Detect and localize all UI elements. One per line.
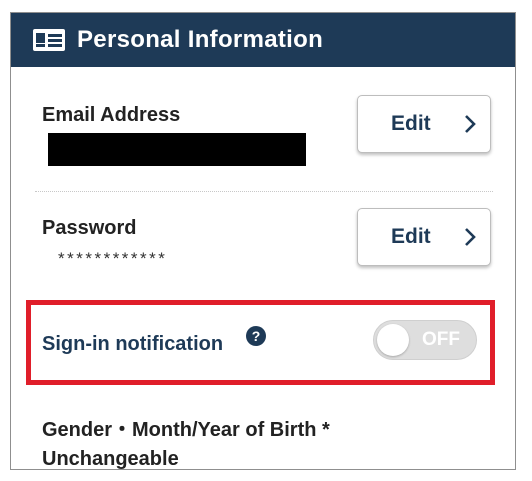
unchangeable-label: Unchangeable — [42, 448, 179, 470]
edit-email-button-label: Edit — [391, 112, 431, 135]
password-masked-value: ************ — [58, 249, 168, 268]
panel-title: Personal Information — [77, 26, 324, 53]
help-icon-glyph: ? — [252, 328, 261, 344]
toggle-knob — [377, 324, 409, 356]
help-question-icon[interactable]: ? — [246, 326, 266, 346]
id-card-icon — [33, 29, 65, 51]
personal-information-panel: Personal Information Email Address Edit … — [10, 12, 516, 470]
email-address-label: Email Address — [42, 104, 181, 126]
chevron-right-icon — [465, 115, 476, 133]
divider — [35, 191, 493, 192]
chevron-right-icon — [465, 228, 476, 246]
gender-birth-label: Gender・Month/Year of Birth * — [42, 419, 330, 441]
edit-password-button-label: Edit — [391, 225, 431, 248]
edit-email-button[interactable]: Edit — [357, 95, 491, 153]
gender-birth-section: Gender・Month/Year of Birth * Unchangeabl… — [42, 416, 330, 470]
panel-header: Personal Information — [11, 13, 515, 67]
toggle-state-label: OFF — [422, 329, 460, 350]
password-label: Password — [42, 217, 137, 239]
edit-password-button[interactable]: Edit — [357, 208, 491, 266]
email-redacted-value — [48, 133, 306, 166]
signin-notification-toggle[interactable]: OFF — [373, 320, 477, 360]
signin-notification-label: Sign-in notification — [42, 333, 224, 355]
